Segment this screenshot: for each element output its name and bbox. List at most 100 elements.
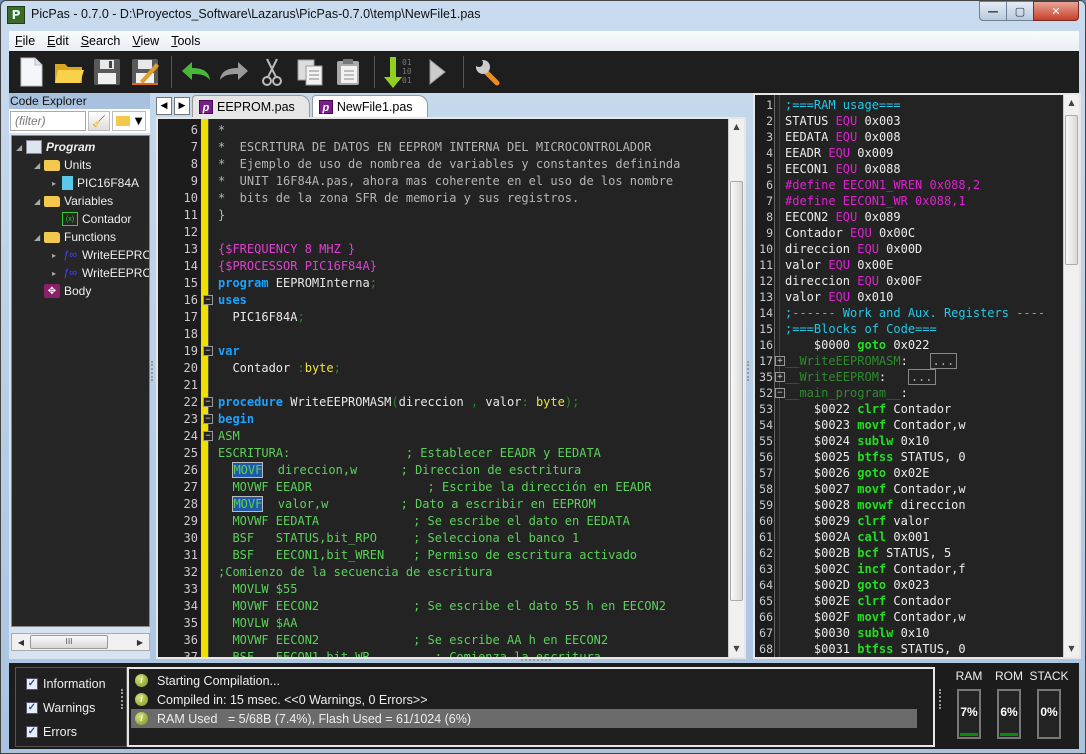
asm-line[interactable]: 9 Contador EQU 0x00C bbox=[755, 225, 1065, 241]
code-line[interactable]: 19− var bbox=[158, 343, 732, 360]
scroll-down-icon[interactable]: ▼ bbox=[1064, 641, 1079, 657]
code-line[interactable]: 16− uses bbox=[158, 292, 732, 309]
asm-line[interactable]: 64 $002D goto 0x023 bbox=[755, 577, 1065, 593]
fold-collapse-icon[interactable]: − bbox=[203, 346, 213, 356]
menu-view[interactable]: View bbox=[132, 34, 159, 48]
code-line[interactable]: 36 MOVWF EECON2 ; Se escribe AA h en EEC… bbox=[158, 632, 732, 649]
code-line[interactable]: 14 {$PROCESSOR PIC16F84A} bbox=[158, 258, 732, 275]
undo-button[interactable] bbox=[178, 54, 214, 90]
cut-button[interactable] bbox=[254, 54, 290, 90]
tree-item-writeeepromasm[interactable]: ▸ ƒ∞ WriteEEPROMASM bbox=[52, 246, 149, 264]
asm-vertical-scrollbar[interactable]: ▲ ▼ bbox=[1063, 95, 1079, 657]
asm-line[interactable]: 65 $002E clrf Contador bbox=[755, 593, 1065, 609]
asm-line[interactable]: 35 + __WriteEEPROM: ... bbox=[755, 369, 1065, 385]
code-line[interactable]: 37 BSF EECON1,bit_WR ; Comienza la escri… bbox=[158, 649, 732, 657]
code-line[interactable]: 15 program EEPROMInterna; bbox=[158, 275, 732, 292]
asm-line[interactable]: 68 $0031 btfss STATUS, 0 bbox=[755, 641, 1065, 657]
tree-item-pic16f84a[interactable]: ▸ PIC16F84A bbox=[52, 174, 139, 192]
code-line[interactable]: 9 * UNIT 16F84A.pas, ahora mas coherente … bbox=[158, 173, 732, 190]
asm-line[interactable]: 2 STATUS EQU 0x003 bbox=[755, 113, 1065, 129]
asm-line[interactable]: 17 + __WriteEEPROMASM: ... bbox=[755, 353, 1065, 369]
tab-scroll-left-button[interactable]: ◀ bbox=[156, 97, 172, 115]
code-line[interactable]: 6 * bbox=[158, 122, 732, 139]
asm-line[interactable]: 59 $0028 movwf direccion bbox=[755, 497, 1065, 513]
asm-line[interactable]: 4 EEADR EQU 0x009 bbox=[755, 145, 1065, 161]
filter-warnings-checkbox[interactable]: ✓ Warnings bbox=[26, 701, 95, 715]
compile-button[interactable]: 01 10 01 bbox=[381, 54, 417, 90]
message-row-selected[interactable]: i RAM Used = 5/68B (7.4%), Flash Used = 6… bbox=[131, 709, 917, 728]
menu-tools[interactable]: Tools bbox=[171, 34, 200, 48]
scroll-up-icon[interactable]: ▲ bbox=[1064, 95, 1079, 111]
scroll-down-icon[interactable]: ▼ bbox=[729, 641, 744, 657]
asm-line[interactable]: 6 #define EECON1_WREN 0x088,2 bbox=[755, 177, 1065, 193]
asm-line[interactable]: 12 direccion EQU 0x00F bbox=[755, 273, 1065, 289]
explorer-splitter[interactable] bbox=[151, 361, 154, 381]
code-line[interactable]: 30 BSF STATUS,bit_RPO ; Selecciona el ba… bbox=[158, 530, 732, 547]
code-editor[interactable]: 6 * 7 * ESCRITURA DE DATOS EN EEPROM INTERN… bbox=[156, 117, 746, 659]
scroll-thumb[interactable]: III bbox=[30, 635, 108, 649]
menu-edit[interactable]: Edit bbox=[47, 34, 69, 48]
code-line[interactable]: 20 Contador :byte; bbox=[158, 360, 732, 377]
asm-line[interactable]: 8 EECON2 EQU 0x089 bbox=[755, 209, 1065, 225]
code-line[interactable]: 10 * bits de la zona SFR de memoria y sus… bbox=[158, 190, 732, 207]
paste-button[interactable] bbox=[330, 54, 366, 90]
asm-line[interactable]: 56 $0025 btfss STATUS, 0 bbox=[755, 449, 1065, 465]
tab-scroll-right-button[interactable]: ▶ bbox=[174, 97, 190, 115]
code-line[interactable]: 12 bbox=[158, 224, 732, 241]
code-line[interactable]: 25 ESCRITURA: ; Establecer EEADR y EEDATA bbox=[158, 445, 732, 462]
fold-collapse-icon[interactable]: − bbox=[775, 388, 785, 398]
asm-line[interactable]: 66 $002F movf Contador,w bbox=[755, 609, 1065, 625]
folder-dropdown[interactable]: ▼ bbox=[112, 111, 146, 131]
fold-expand-icon[interactable]: + bbox=[775, 372, 785, 382]
scroll-thumb[interactable] bbox=[1065, 115, 1078, 265]
menu-search[interactable]: Search bbox=[81, 34, 121, 48]
tree-item-contador[interactable]: (x) Contador bbox=[52, 210, 131, 228]
tree-item-body[interactable]: ✥ Body bbox=[34, 282, 91, 300]
copy-button[interactable] bbox=[292, 54, 328, 90]
save-as-button[interactable] bbox=[127, 54, 163, 90]
code-line[interactable]: 23− begin bbox=[158, 411, 732, 428]
redo-button[interactable] bbox=[216, 54, 252, 90]
save-button[interactable] bbox=[89, 54, 125, 90]
asm-output-panel[interactable]: 1 ;===RAM usage=== 2 STATUS EQU 0x003 3 EEDAT… bbox=[753, 93, 1081, 659]
asm-line[interactable]: 15 ;===Blocks of Code=== bbox=[755, 321, 1065, 337]
maximize-button[interactable]: ▢ bbox=[1006, 1, 1034, 21]
asm-line[interactable]: 53 $0022 clrf Contador bbox=[755, 401, 1065, 417]
fold-collapse-icon[interactable]: − bbox=[203, 397, 213, 407]
editor-splitter[interactable] bbox=[521, 659, 551, 662]
code-line[interactable]: 32 ;Comienzo de la secuencia de escritura bbox=[158, 564, 732, 581]
run-button[interactable] bbox=[419, 54, 455, 90]
scroll-right-icon[interactable]: ▶ bbox=[131, 638, 149, 647]
clear-filter-button[interactable]: 🧹 bbox=[88, 111, 110, 131]
explorer-horizontal-scrollbar[interactable]: ◀ III ▶ bbox=[11, 633, 150, 651]
minimize-button[interactable]: — bbox=[979, 1, 1007, 21]
code-line[interactable]: 24− ASM bbox=[158, 428, 732, 445]
asm-line[interactable]: 55 $0024 sublw 0x10 bbox=[755, 433, 1065, 449]
new-file-button[interactable] bbox=[13, 54, 49, 90]
tree-item-writeeeprom[interactable]: ▸ ƒ∞ WriteEEPROM bbox=[52, 264, 149, 282]
filter-errors-checkbox[interactable]: ✓ Errors bbox=[26, 725, 77, 739]
scroll-thumb[interactable] bbox=[730, 181, 743, 601]
asm-line[interactable]: 57 $0026 goto 0x02E bbox=[755, 465, 1065, 481]
code-line[interactable]: 26 MOVF direccion,w ; Direccion de esctr… bbox=[158, 462, 732, 479]
close-button[interactable]: ✕ bbox=[1033, 1, 1079, 21]
editor-vertical-scrollbar[interactable]: ▲ ▼ bbox=[728, 119, 744, 657]
asm-line[interactable]: 11 valor EQU 0x00E bbox=[755, 257, 1065, 273]
open-file-button[interactable] bbox=[51, 54, 87, 90]
fold-expand-icon[interactable]: + bbox=[775, 356, 785, 366]
asm-line[interactable]: 10 direccion EQU 0x00D bbox=[755, 241, 1065, 257]
asm-line[interactable]: 67 $0030 sublw 0x10 bbox=[755, 625, 1065, 641]
code-line[interactable]: 18 bbox=[158, 326, 732, 343]
asm-splitter[interactable] bbox=[747, 361, 750, 381]
asm-line[interactable]: 58 $0027 movf Contador,w bbox=[755, 481, 1065, 497]
tree-item-units[interactable]: ◢ Units bbox=[34, 156, 91, 174]
code-line[interactable]: 11} bbox=[158, 207, 732, 224]
asm-line[interactable]: 3 EEDATA EQU 0x008 bbox=[755, 129, 1065, 145]
asm-line[interactable]: 54 $0023 movf Contador,w bbox=[755, 417, 1065, 433]
asm-line[interactable]: 7 #define EECON1_WR 0x088,1 bbox=[755, 193, 1065, 209]
code-line[interactable]: 27 MOVWF EEADR ; Escribe la dirección en… bbox=[158, 479, 732, 496]
asm-line[interactable]: 61 $002A call 0x001 bbox=[755, 529, 1065, 545]
asm-line[interactable]: 63 $002C incf Contador,f bbox=[755, 561, 1065, 577]
asm-line[interactable]: 52− __main_program__: bbox=[755, 385, 1065, 401]
fold-collapse-icon[interactable]: − bbox=[203, 414, 213, 424]
